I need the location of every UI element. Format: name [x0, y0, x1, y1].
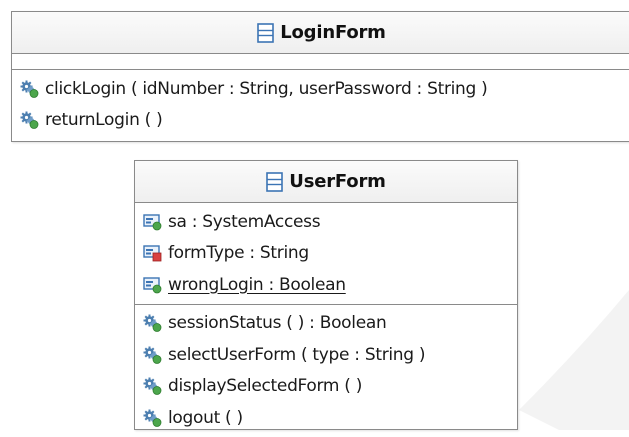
operation-row[interactable]: displaySelectedForm ( ) — [143, 371, 517, 403]
operation-text: clickLogin ( idNumber : String, userPass… — [45, 78, 488, 99]
class-userform[interactable]: UserForm sa : SystemAccess formType : St… — [134, 160, 518, 430]
operation-text: returnLogin ( ) — [45, 109, 163, 130]
operation-row[interactable]: returnLogin ( ) — [20, 104, 629, 135]
attribute-text: sa : SystemAccess — [168, 211, 321, 232]
operation-row[interactable]: clickLogin ( idNumber : String, userPass… — [20, 73, 629, 104]
operation-row[interactable]: sessionStatus ( ) : Boolean — [143, 308, 517, 340]
operation-text: displaySelectedForm ( ) — [168, 376, 363, 397]
gear-method-icon — [143, 409, 162, 427]
class-icon — [266, 171, 284, 192]
attribute-row[interactable]: sa : SystemAccess — [143, 206, 517, 238]
gear-method-icon — [143, 346, 162, 364]
attribute-row[interactable]: formType : String — [143, 238, 517, 270]
operation-row[interactable]: logout ( ) — [143, 402, 517, 434]
class-header: LoginForm — [12, 12, 629, 54]
gear-method-icon — [20, 80, 39, 98]
attribute-text: formType : String — [168, 243, 309, 264]
attribute-row[interactable]: wrongLogin : Boolean — [143, 269, 517, 301]
field-private-icon — [143, 245, 162, 262]
gear-method-icon — [20, 111, 39, 129]
gear-method-icon — [143, 377, 162, 396]
operation-row[interactable]: selectUserForm ( type : String ) — [143, 339, 517, 371]
attributes-compartment: sa : SystemAccess formType : String wron… — [135, 203, 517, 305]
field-public-icon — [143, 214, 162, 231]
class-icon — [257, 22, 275, 43]
operation-text: logout ( ) — [168, 407, 243, 428]
operations-compartment: sessionStatus ( ) : Boolean selectUserFo… — [135, 305, 517, 437]
class-header: UserForm — [135, 161, 517, 203]
attribute-text: wrongLogin : Boolean — [168, 274, 346, 295]
operations-compartment: clickLogin ( idNumber : String, userPass… — [12, 70, 629, 138]
gear-method-icon — [143, 314, 162, 333]
attributes-compartment — [12, 54, 629, 70]
class-name: UserForm — [289, 171, 386, 192]
field-public-icon — [143, 277, 162, 294]
class-name: LoginForm — [280, 22, 386, 43]
background-shape — [519, 290, 629, 430]
operation-text: selectUserForm ( type : String ) — [168, 344, 426, 365]
operation-text: sessionStatus ( ) : Boolean — [168, 313, 387, 334]
class-loginform[interactable]: LoginForm clickLogin ( idNumber: String… — [11, 11, 629, 142]
